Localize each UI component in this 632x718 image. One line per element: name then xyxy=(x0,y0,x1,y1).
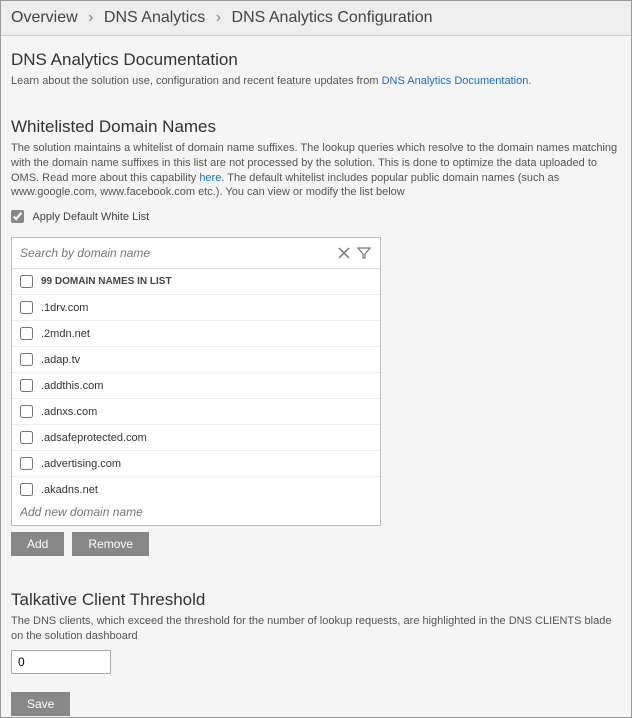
list-item-checkbox[interactable] xyxy=(20,405,33,418)
clear-search-icon[interactable] xyxy=(334,243,354,263)
list-item-checkbox[interactable] xyxy=(20,379,33,392)
add-domain-input[interactable] xyxy=(20,505,372,519)
breadcrumb-item-config[interactable]: DNS Analytics Configuration xyxy=(232,9,433,26)
list-item-label: .adsafeprotected.com xyxy=(41,432,147,444)
list-item-checkbox[interactable] xyxy=(20,301,33,314)
apply-default-whitelist-text: Apply Default White List xyxy=(32,211,149,223)
whitelist-scroll[interactable]: 99 DOMAIN NAMES IN LIST .1drv.com .2mdn.n… xyxy=(12,269,380,499)
list-item-checkbox[interactable] xyxy=(20,431,33,444)
apply-default-whitelist-label[interactable]: Apply Default White List xyxy=(11,211,149,223)
list-item[interactable]: .2mdn.net xyxy=(12,321,380,347)
list-item-label: .akadns.net xyxy=(41,484,98,496)
list-item-checkbox[interactable] xyxy=(20,327,33,340)
list-item-label: .2mdn.net xyxy=(41,328,90,340)
list-count-label: 99 DOMAIN NAMES IN LIST xyxy=(41,276,172,287)
whitelist-listbox: 99 DOMAIN NAMES IN LIST .1drv.com .2mdn.n… xyxy=(11,237,381,526)
search-input[interactable] xyxy=(18,242,334,264)
breadcrumb: Overview › DNS Analytics › DNS Analytics… xyxy=(1,1,631,36)
list-item-label: .adnxs.com xyxy=(41,406,97,418)
chevron-right-icon: › xyxy=(88,9,93,27)
select-all-checkbox[interactable] xyxy=(20,275,33,288)
list-item-checkbox[interactable] xyxy=(20,353,33,366)
whitelist-description: The solution maintains a whitelist of do… xyxy=(11,141,621,200)
breadcrumb-item-overview[interactable]: Overview xyxy=(11,9,78,26)
list-item-label: .1drv.com xyxy=(41,302,88,314)
list-item[interactable]: .adsafeprotected.com xyxy=(12,425,380,451)
list-item[interactable]: .1drv.com xyxy=(12,295,380,321)
list-item[interactable]: .addthis.com xyxy=(12,373,380,399)
remove-button[interactable]: Remove xyxy=(72,532,149,556)
save-button[interactable]: Save xyxy=(11,692,70,716)
threshold-description: The DNS clients, which exceed the thresh… xyxy=(11,614,621,644)
doc-section-title: DNS Analytics Documentation xyxy=(11,50,621,70)
list-item-checkbox[interactable] xyxy=(20,457,33,470)
list-item-label: .addthis.com xyxy=(41,380,103,392)
list-item-checkbox[interactable] xyxy=(20,483,33,496)
list-item[interactable]: .adap.tv xyxy=(12,347,380,373)
chevron-right-icon: › xyxy=(216,9,221,27)
breadcrumb-item-dns-analytics[interactable]: DNS Analytics xyxy=(104,9,205,26)
doc-desc-suffix: . xyxy=(528,75,531,87)
list-item[interactable]: .akadns.net xyxy=(12,477,380,499)
apply-default-whitelist-checkbox[interactable] xyxy=(11,210,24,223)
whitelist-here-link[interactable]: here xyxy=(199,172,221,184)
list-item[interactable]: .advertising.com xyxy=(12,451,380,477)
threshold-input[interactable] xyxy=(11,650,111,674)
list-item-label: .advertising.com xyxy=(41,458,121,470)
list-item-label: .adap.tv xyxy=(41,354,80,366)
add-button[interactable]: Add xyxy=(11,532,64,556)
whitelist-section-title: Whitelisted Domain Names xyxy=(11,117,621,137)
doc-link[interactable]: DNS Analytics Documentation xyxy=(382,75,529,87)
doc-description: Learn about the solution use, configurat… xyxy=(11,74,621,89)
doc-desc-prefix: Learn about the solution use, configurat… xyxy=(11,75,382,87)
filter-icon[interactable] xyxy=(354,243,374,263)
threshold-section-title: Talkative Client Threshold xyxy=(11,590,621,610)
list-header-row[interactable]: 99 DOMAIN NAMES IN LIST xyxy=(12,269,380,295)
list-item[interactable]: .adnxs.com xyxy=(12,399,380,425)
